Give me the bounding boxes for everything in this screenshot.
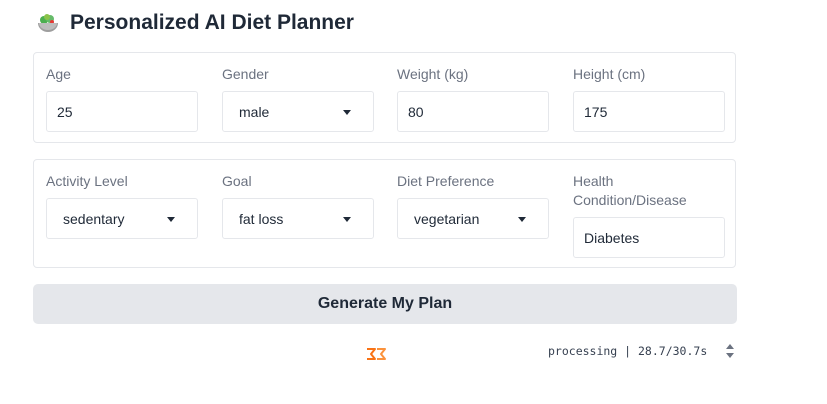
chevron-up-icon — [726, 344, 734, 349]
caret-down-icon — [167, 217, 175, 222]
health-input[interactable]: Diabetes — [573, 217, 725, 258]
goal-label: Goal — [222, 173, 252, 189]
height-input[interactable]: 175 — [573, 91, 725, 132]
caret-down-icon — [343, 110, 351, 115]
diet-field-group: Diet Preference vegetarian — [397, 172, 549, 239]
activity-dropdown[interactable]: sedentary — [46, 198, 198, 239]
weight-input[interactable]: 80 — [397, 91, 549, 132]
chevron-down-icon — [726, 353, 734, 358]
diet-value: vegetarian — [414, 210, 480, 227]
age-value: 25 — [57, 103, 73, 120]
health-field-group: Health Condition/Disease Diabetes — [573, 172, 725, 258]
gender-dropdown[interactable]: male — [222, 91, 374, 132]
weight-label: Weight (kg) — [397, 66, 469, 82]
gender-label: Gender — [222, 66, 269, 82]
loading-spinner-icon — [364, 346, 388, 362]
age-input[interactable]: 25 — [46, 91, 198, 132]
preferences-panel: Activity Level sedentary Goal fat loss D… — [33, 159, 736, 268]
page-title: Personalized AI Diet Planner — [36, 8, 354, 38]
health-value: Diabetes — [584, 229, 640, 246]
page-title-text: Personalized AI Diet Planner — [70, 11, 354, 34]
height-field-group: Height (cm) 175 — [573, 65, 725, 132]
age-field-group: Age 25 — [46, 65, 198, 132]
processing-status: processing | 28.7/30.7s — [548, 344, 708, 358]
goal-value: fat loss — [239, 210, 284, 227]
gender-value: male — [239, 103, 270, 120]
goal-dropdown[interactable]: fat loss — [222, 198, 374, 239]
height-value: 175 — [584, 103, 608, 120]
caret-down-icon — [518, 217, 526, 222]
collapse-toggle[interactable] — [724, 341, 736, 361]
goal-field-group: Goal fat loss — [222, 172, 374, 239]
activity-label: Activity Level — [46, 173, 128, 189]
salad-bowl-icon — [36, 11, 60, 35]
age-label: Age — [46, 66, 71, 82]
weight-field-group: Weight (kg) 80 — [397, 65, 549, 132]
health-label: Health Condition/Disease — [573, 173, 687, 208]
gender-field-group: Gender male — [222, 65, 374, 132]
generate-plan-button[interactable]: Generate My Plan — [33, 284, 737, 324]
diet-dropdown[interactable]: vegetarian — [397, 198, 549, 239]
weight-value: 80 — [408, 103, 424, 120]
generate-plan-button-label: Generate My Plan — [317, 295, 453, 312]
diet-label: Diet Preference — [397, 173, 495, 189]
activity-value: sedentary — [63, 210, 125, 227]
height-label: Height (cm) — [573, 66, 646, 82]
activity-field-group: Activity Level sedentary — [46, 172, 198, 239]
caret-down-icon — [343, 217, 351, 222]
basic-info-panel: Age 25 Gender male Weight (kg) 80 Height… — [33, 52, 736, 143]
